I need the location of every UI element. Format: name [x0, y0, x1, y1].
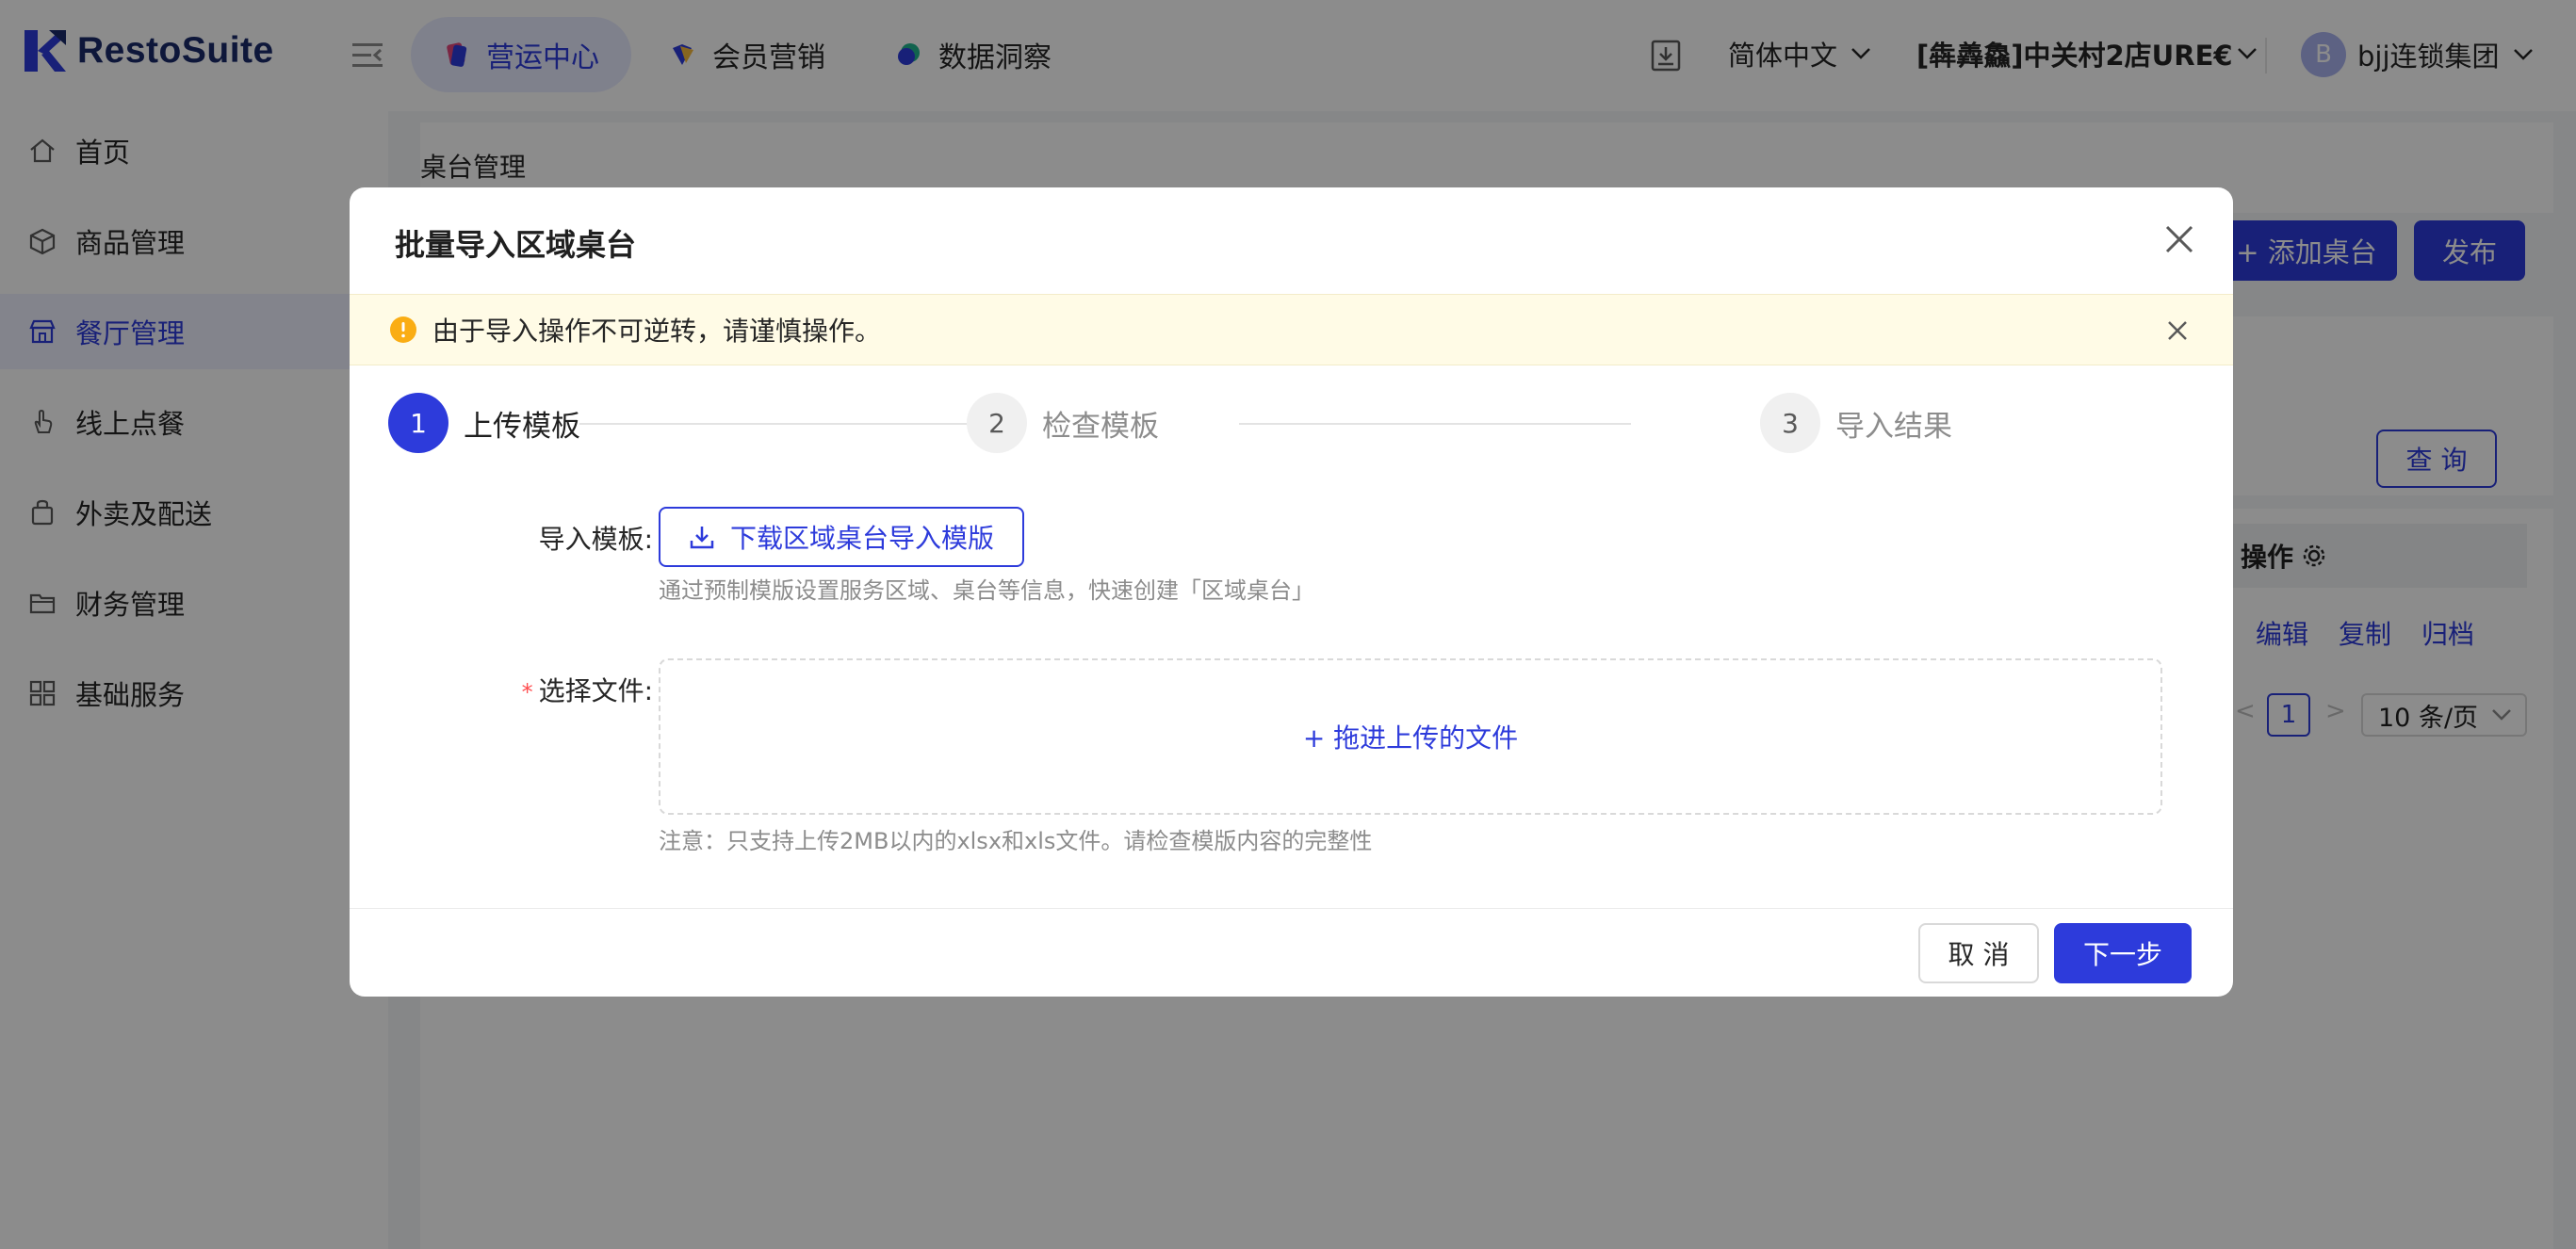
step-check-template: 2 检查模板 [967, 393, 1159, 453]
download-template-button[interactable]: 下载区域桌台导入模版 [659, 507, 1024, 567]
step-number: 3 [1760, 393, 1820, 453]
required-mark: * [521, 679, 533, 706]
close-icon[interactable] [2163, 223, 2195, 255]
next-step-button[interactable]: 下一步 [2054, 923, 2192, 983]
file-label: * 选择文件: [472, 671, 653, 708]
cancel-button[interactable]: 取 消 [1918, 923, 2039, 983]
dialog-footer-divider [350, 908, 2233, 909]
file-label-text: 选择文件: [538, 675, 653, 706]
dialog-title: 批量导入区域桌台 [395, 227, 637, 263]
step-label: 导入结果 [1835, 409, 1952, 444]
warning-icon [390, 316, 416, 343]
step-upload-template: 1 上传模板 [388, 393, 580, 453]
step-import-result: 3 导入结果 [1760, 393, 1952, 453]
download-button-label: 下载区域桌台导入模版 [729, 523, 994, 554]
warning-alert: 由于导入操作不可逆转，请谨慎操作。 [350, 294, 2233, 365]
template-hint: 通过预制模版设置服务区域、桌台等信息，快速创建「区域桌台」 [659, 577, 1314, 604]
step-label: 检查模板 [1042, 409, 1159, 444]
alert-close-icon[interactable] [2166, 319, 2189, 342]
download-icon [690, 527, 714, 549]
batch-import-dialog: 批量导入区域桌台 由于导入操作不可逆转，请谨慎操作。 1 上传模板 2 检查模板… [350, 187, 2233, 997]
file-hint: 注意：只支持上传2MB以内的xlsx和xls文件。请检查模版内容的完整性 [659, 828, 1373, 854]
step-connector [1239, 423, 1631, 425]
step-number: 1 [388, 393, 448, 453]
file-dropzone[interactable]: + 拖进上传的文件 [659, 658, 2162, 815]
step-number: 2 [967, 393, 1027, 453]
step-connector [579, 423, 975, 425]
step-label: 上传模板 [464, 409, 580, 444]
alert-message: 由于导入操作不可逆转，请谨慎操作。 [432, 316, 882, 347]
dropzone-text: + 拖进上传的文件 [1302, 722, 1519, 754]
template-label: 导入模板: [538, 524, 653, 555]
